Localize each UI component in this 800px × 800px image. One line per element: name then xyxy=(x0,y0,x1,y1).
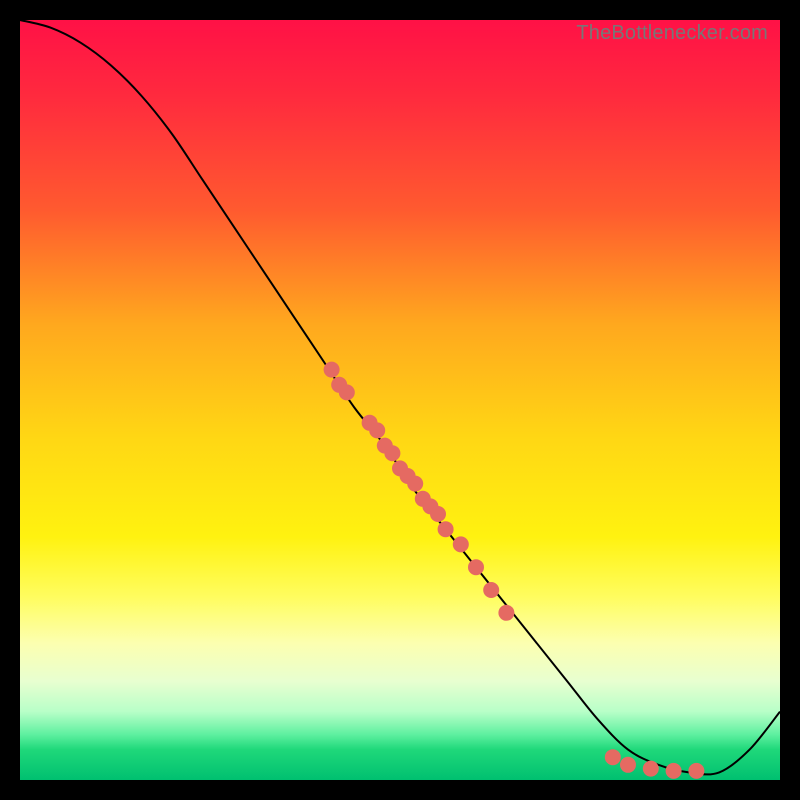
data-point xyxy=(620,757,636,773)
data-point xyxy=(643,761,659,777)
data-point xyxy=(453,536,469,552)
outer-frame: TheBottlenecker.com xyxy=(0,0,800,800)
data-point xyxy=(339,384,355,400)
chart-svg xyxy=(20,20,780,780)
data-point xyxy=(324,362,340,378)
data-point xyxy=(498,605,514,621)
data-points xyxy=(324,362,705,779)
data-point xyxy=(605,749,621,765)
plot-area: TheBottlenecker.com xyxy=(20,20,780,780)
data-point xyxy=(430,506,446,522)
data-point xyxy=(666,763,682,779)
data-point xyxy=(438,521,454,537)
data-point xyxy=(483,582,499,598)
bottleneck-curve xyxy=(20,20,780,774)
data-point xyxy=(468,559,484,575)
data-point xyxy=(407,476,423,492)
data-point xyxy=(688,763,704,779)
data-point xyxy=(369,422,385,438)
data-point xyxy=(384,445,400,461)
